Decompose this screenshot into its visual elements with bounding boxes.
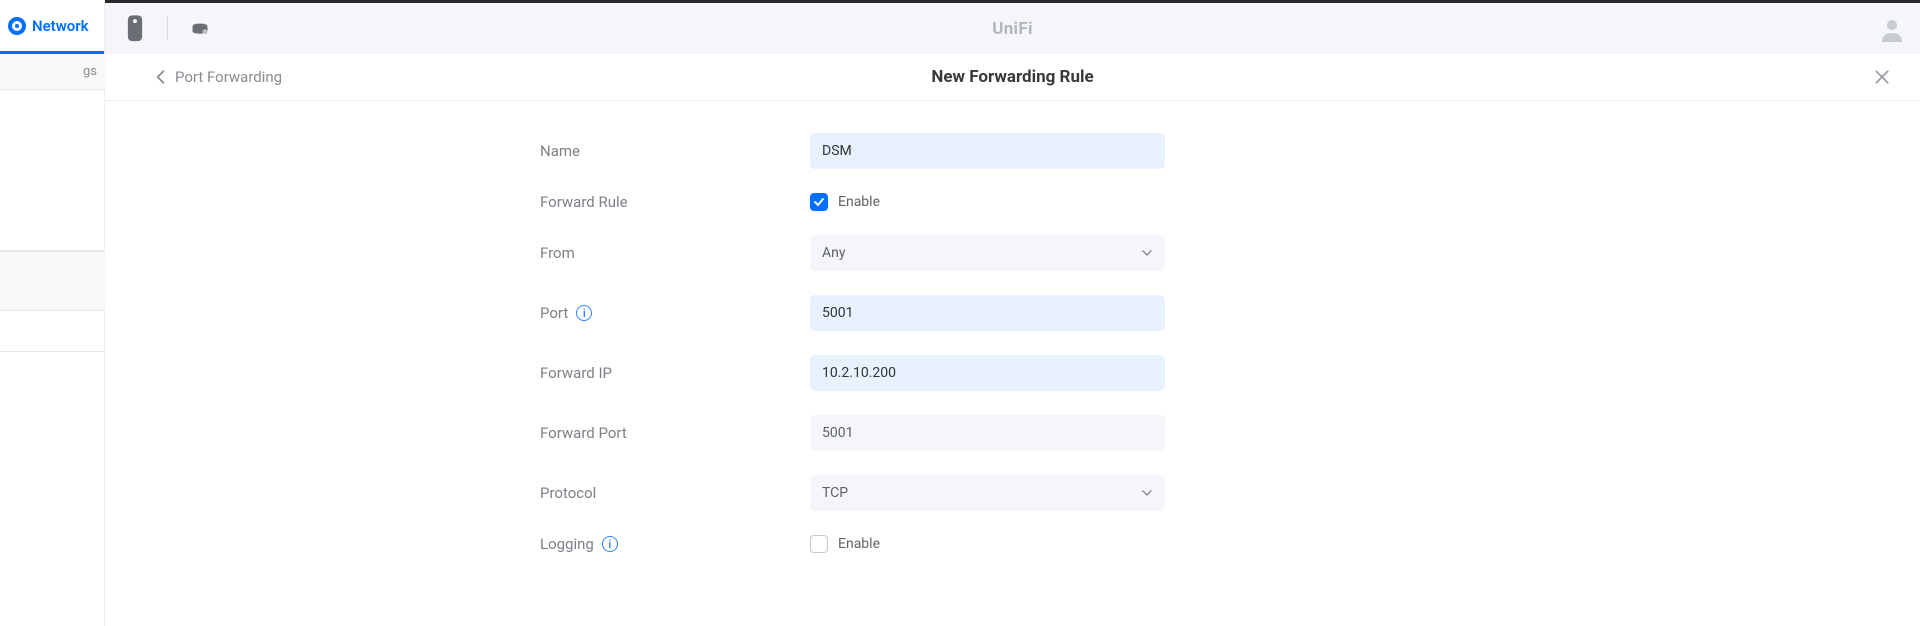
label-protocol: Protocol xyxy=(540,484,810,502)
select-from[interactable]: Any xyxy=(810,235,1165,271)
select-protocol[interactable]: TCP xyxy=(810,475,1165,511)
label-from: From xyxy=(540,244,810,262)
brand-logo: UniFi xyxy=(992,19,1033,39)
row-forward-port: Forward Port xyxy=(105,403,1920,463)
chevron-down-icon xyxy=(1141,247,1153,259)
sidebar: Network gs xyxy=(0,0,105,626)
label-forward-ip: Forward IP xyxy=(540,364,810,382)
row-port: Port i xyxy=(105,283,1920,343)
row-logging: Logging i Enable xyxy=(105,523,1920,565)
router-icon[interactable] xyxy=(190,17,210,41)
row-protocol: Protocol TCP xyxy=(105,463,1920,523)
chevron-down-icon xyxy=(1141,487,1153,499)
page-title: New Forwarding Rule xyxy=(931,67,1093,87)
input-name[interactable] xyxy=(810,133,1165,169)
user-avatar[interactable] xyxy=(1879,16,1905,42)
row-name: Name xyxy=(105,121,1920,181)
info-icon-logging[interactable]: i xyxy=(602,536,618,552)
select-from-value: Any xyxy=(822,245,846,261)
back-label: Port Forwarding xyxy=(175,68,282,86)
network-tab[interactable]: Network xyxy=(0,0,104,54)
check-icon xyxy=(813,196,825,208)
label-forward-port: Forward Port xyxy=(540,424,810,442)
chevron-left-icon xyxy=(155,70,165,84)
input-port[interactable] xyxy=(810,295,1165,331)
page-header: Port Forwarding New Forwarding Rule xyxy=(105,54,1920,101)
network-icon xyxy=(8,17,26,35)
topbar: UniFi xyxy=(105,0,1920,54)
label-port: Port i xyxy=(540,304,810,322)
input-forward-port[interactable] xyxy=(810,415,1165,451)
sidebar-separator-2 xyxy=(0,351,105,352)
checkbox-logging[interactable] xyxy=(810,535,828,553)
info-icon-port[interactable]: i xyxy=(576,305,592,321)
checkbox-label-forward-rule: Enable xyxy=(838,194,880,210)
label-forward-rule: Forward Rule xyxy=(540,193,810,211)
row-forward-rule: Forward Rule Enable xyxy=(105,181,1920,223)
device-icon[interactable] xyxy=(125,17,145,41)
sidebar-item-truncated[interactable]: gs xyxy=(0,54,105,90)
form-area: Name Forward Rule Enable From Any xyxy=(105,101,1920,626)
close-button[interactable] xyxy=(1874,69,1890,85)
row-from: From Any xyxy=(105,223,1920,283)
label-name: Name xyxy=(540,142,810,160)
sidebar-active-block[interactable] xyxy=(0,251,105,311)
back-link[interactable]: Port Forwarding xyxy=(155,68,282,86)
checkbox-forward-rule[interactable] xyxy=(810,193,828,211)
topbar-divider xyxy=(167,17,168,41)
label-logging: Logging i xyxy=(540,535,810,553)
checkbox-label-logging: Enable xyxy=(838,536,880,552)
select-protocol-value: TCP xyxy=(822,485,848,501)
close-icon xyxy=(1874,69,1890,85)
row-forward-ip: Forward IP xyxy=(105,343,1920,403)
network-label: Network xyxy=(32,17,89,35)
input-forward-ip[interactable] xyxy=(810,355,1165,391)
main-area: UniFi Port Forwarding New Forwarding Rul… xyxy=(105,0,1920,626)
